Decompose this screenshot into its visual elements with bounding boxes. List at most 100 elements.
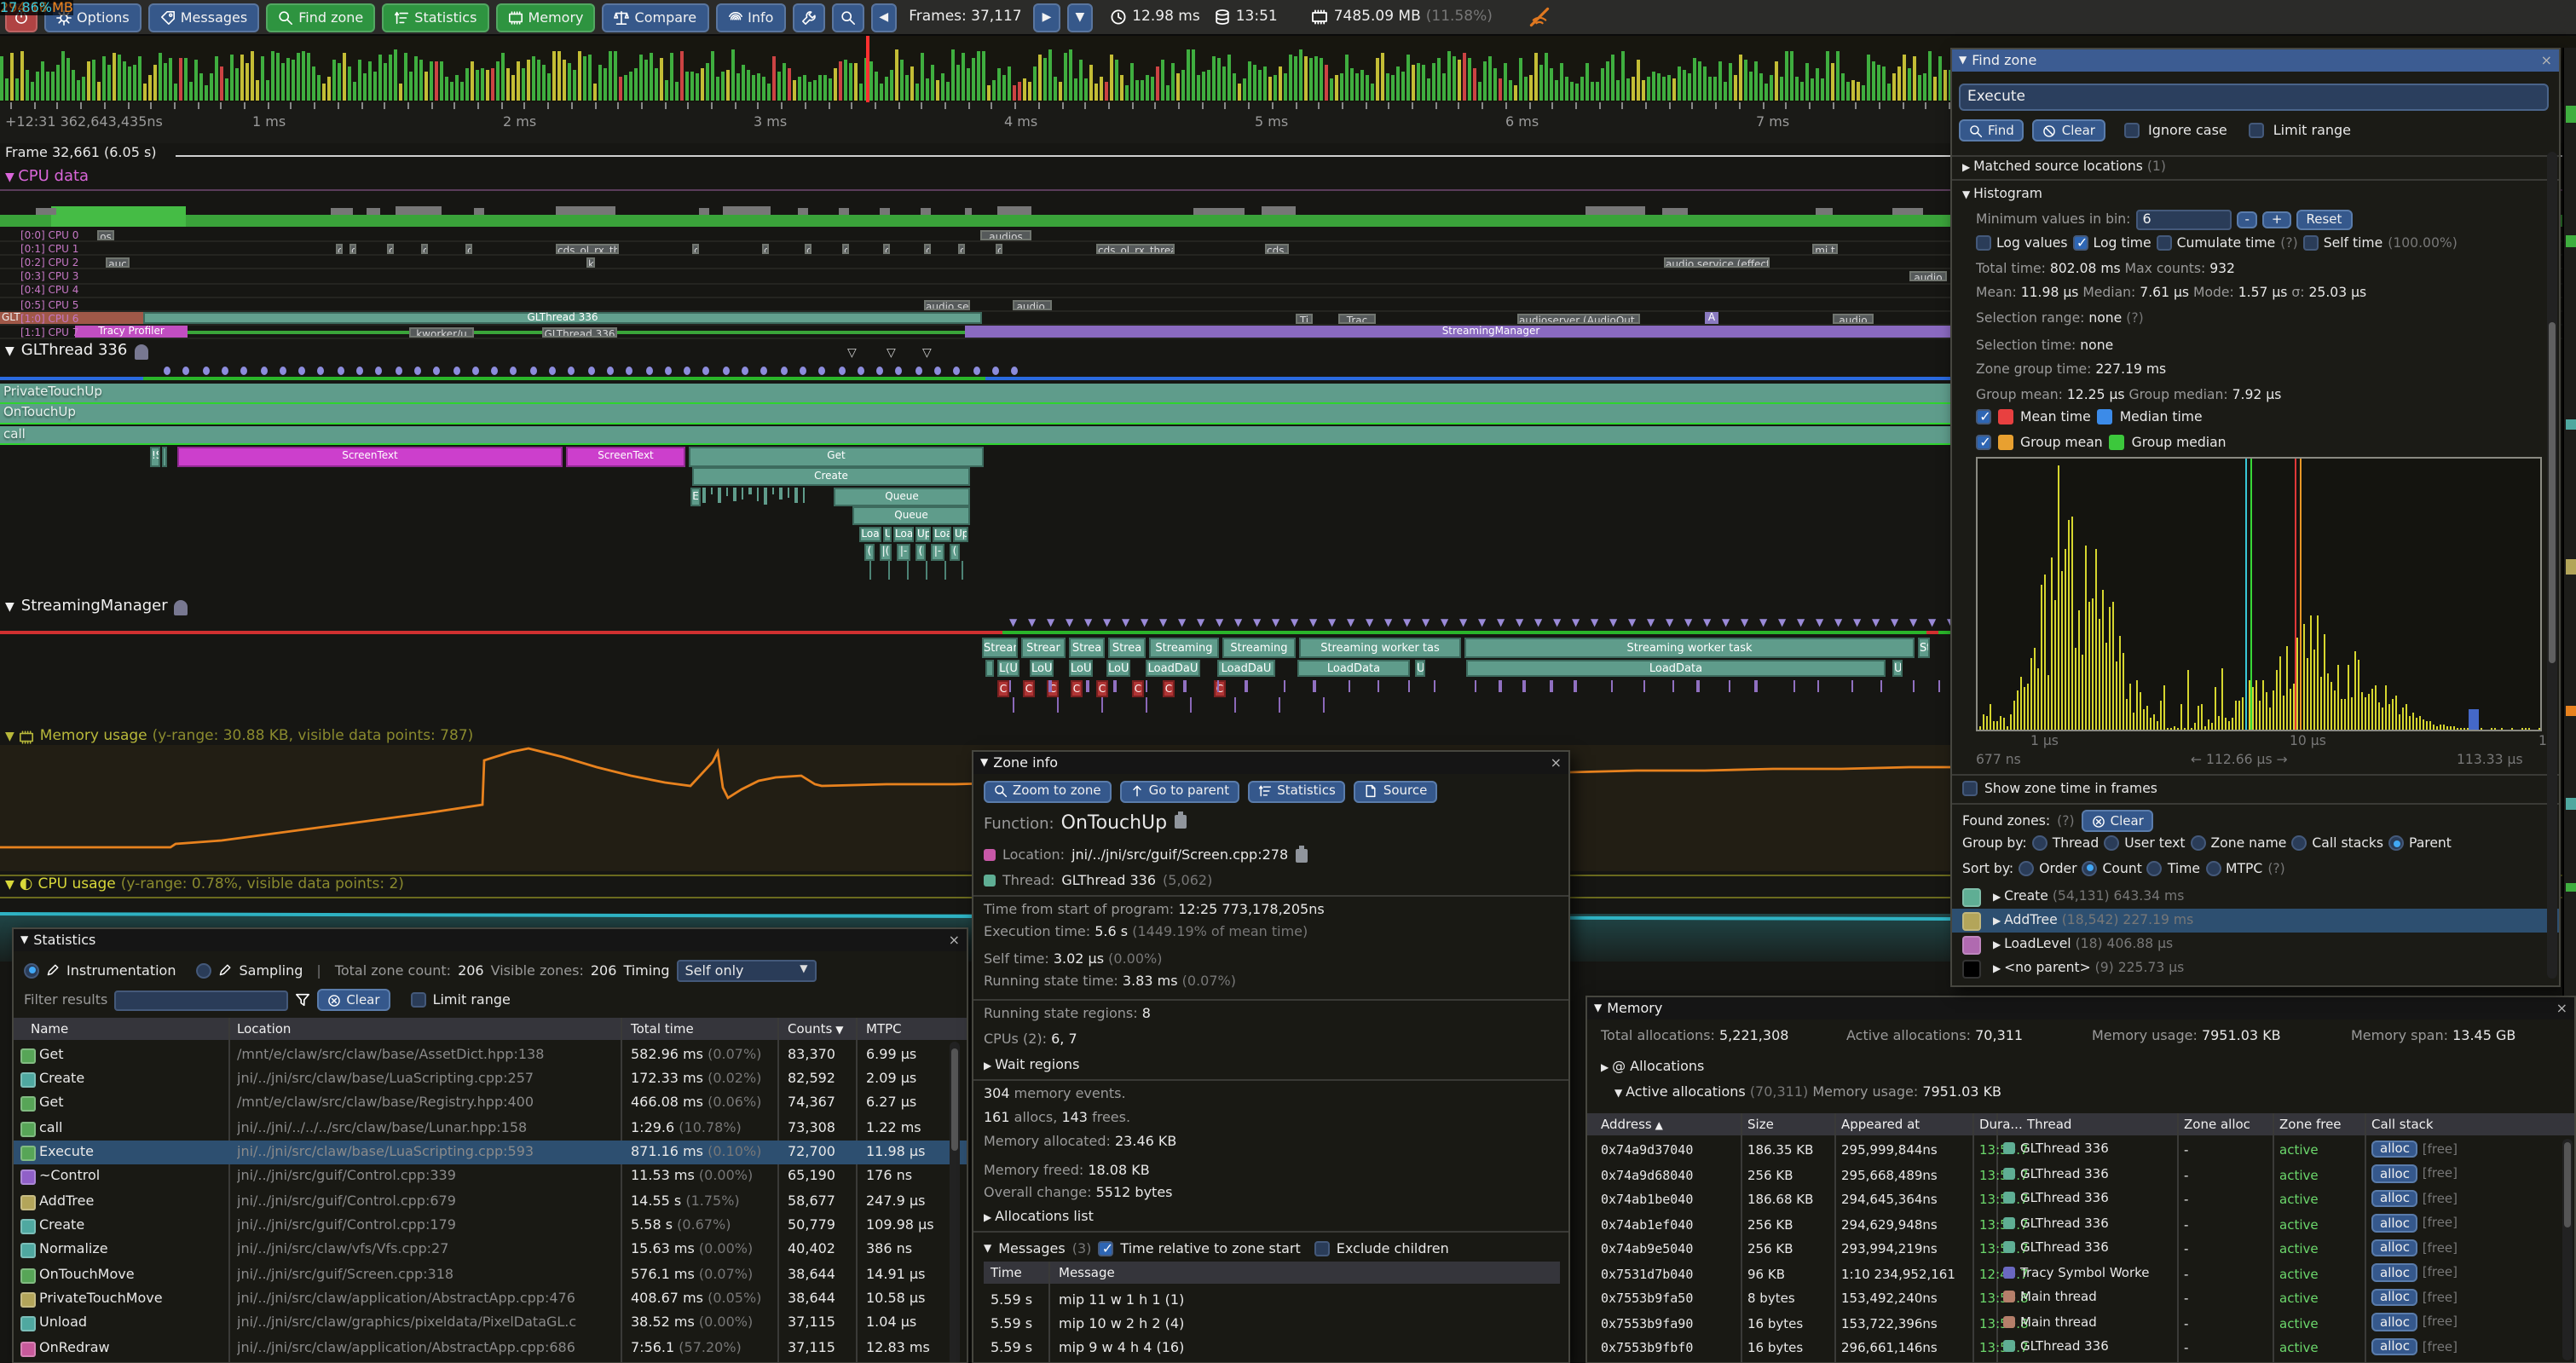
table-row[interactable]: OnTouchMovejni/../jni/src/guif/Screen.cp… — [14, 1262, 968, 1287]
legend-checkbox[interactable] — [1976, 409, 1991, 424]
column-header-thread[interactable]: Thread — [2027, 1117, 2071, 1132]
zone-depth4[interactable]: Get — [689, 447, 984, 466]
legend-checkbox[interactable] — [1976, 434, 1991, 449]
find-zone-window[interactable]: ▼Find zone×ExecuteFindClearIgnore caseLi… — [1950, 48, 2561, 986]
message-triangle-icon[interactable]: ▼ — [1647, 617, 1655, 629]
error-zone-chip[interactable]: C — [1214, 679, 1226, 696]
tools-button[interactable] — [792, 3, 824, 32]
memory-table-row[interactable]: 0x7553b9fbf016 bytes296,661,146ns13:50.7… — [1587, 1337, 2576, 1361]
memory-table-row[interactable]: 0x7553b9fa9016 bytes153,722,396ns13:50.8… — [1587, 1312, 2576, 1337]
message-dot[interactable] — [684, 367, 690, 375]
message-dot[interactable] — [607, 367, 614, 375]
column-header-mtpc[interactable]: MTPC — [866, 1021, 902, 1037]
streaming-worker-zone[interactable]: Strear — [1021, 638, 1066, 658]
legend-color-swatch[interactable] — [2098, 409, 2113, 424]
message-dot[interactable] — [376, 367, 383, 375]
message-triangle-icon[interactable]: ▼ — [1834, 617, 1842, 629]
zone-info-window[interactable]: ▼Zone info×Zoom to zoneGo to parentStati… — [972, 750, 1570, 1363]
allocations-list-expander[interactable]: ▶ Allocations list — [984, 1208, 1563, 1227]
next-frame-button[interactable]: ▶ — [1034, 3, 1060, 32]
alloc-button[interactable]: alloc — [2371, 1189, 2418, 1207]
sort-by-radio-mtpc[interactable] — [2205, 860, 2221, 875]
cpu-plot-header[interactable]: ▼◐CPU usage (y-range: 0.78%, visible dat… — [5, 876, 858, 893]
column-header-size[interactable]: Size — [1747, 1117, 1774, 1132]
message-dot[interactable] — [761, 367, 768, 375]
find-zone-titlebar[interactable]: ▼Find zone× — [1952, 49, 2559, 72]
loaddata-zone[interactable]: LoadData — [1466, 659, 1886, 677]
sort-by-radio-order[interactable] — [2019, 860, 2034, 875]
message-dot[interactable] — [491, 367, 498, 375]
statistics-window-titlebar[interactable]: ▼Statistics× — [14, 929, 967, 951]
table-row[interactable]: ~Controljni/../jni/src/guif/Control.cpp:… — [14, 1165, 968, 1190]
message-triangle-icon[interactable]: ▼ — [1609, 617, 1617, 629]
cpu-zone-chip[interactable]: os — [97, 229, 114, 240]
loaddata-zone[interactable]: LoadDaU — [1146, 659, 1200, 677]
zone-depth9[interactable]: ( — [915, 544, 926, 560]
cpu-zone-chip[interactable]: k — [586, 257, 595, 268]
message-triangle-icon[interactable]: ▼ — [1422, 617, 1430, 629]
message-dot[interactable] — [511, 367, 517, 375]
message-dot[interactable] — [337, 367, 344, 375]
memory-table-row[interactable]: 0x74ab1ef040256 KB294,629,948ns13:50.7GL… — [1587, 1213, 2576, 1238]
message-dot[interactable] — [992, 367, 999, 375]
zone-depth5[interactable]: Create — [692, 467, 970, 486]
zone-depth8[interactable]: Up — [953, 526, 968, 542]
minus-button[interactable]: - — [2236, 211, 2257, 228]
loaddata-zone[interactable]: LoU — [1106, 659, 1130, 677]
message-triangle-icon[interactable]: ▼ — [1441, 617, 1448, 629]
message-dot[interactable] — [858, 367, 864, 375]
cpu-zone-chip[interactable]: cds_ol_rx_thr — [556, 243, 619, 253]
table-row[interactable]: Get/mnt/e/claw/src/claw/base/AssetDict.h… — [14, 1042, 968, 1067]
time-relative-checkbox[interactable] — [1098, 1240, 1113, 1256]
min-bin-input[interactable]: 6 — [2135, 210, 2231, 230]
column-header-zone-free[interactable]: Zone free — [2279, 1117, 2342, 1132]
column-header-counts[interactable]: Counts ▼ — [788, 1021, 843, 1037]
memory-table-row[interactable]: 0x74ab1be040186.68 KB294,645,364ns13:50.… — [1587, 1188, 2576, 1213]
messages-button[interactable]: Messages — [148, 3, 259, 32]
histogram-expander[interactable]: ▼ Histogram — [1962, 185, 2042, 200]
message-triangle-icon[interactable]: ▼ — [1028, 617, 1036, 629]
zoom-search-button[interactable] — [831, 3, 863, 32]
message-triangle-icon[interactable]: ▼ — [1197, 617, 1204, 629]
memory-plot-header[interactable]: ▼Memory usage (y-range: 30.88 KB, visibl… — [5, 728, 858, 745]
zone-depth9[interactable]: |- — [931, 544, 944, 560]
cpu-data-header[interactable]: ▼ CPU data — [5, 169, 517, 186]
message-dot[interactable] — [453, 367, 459, 375]
found-zone-row[interactable]: ▶ LoadLevel (18) 406.88 µs — [1952, 933, 2561, 956]
cpu-zone-chip[interactable]: cds. — [1265, 243, 1289, 253]
zone-depth6[interactable]: Queue — [834, 488, 970, 505]
message-dot[interactable] — [934, 367, 941, 375]
scrollbar-thumb[interactable] — [951, 1048, 958, 1151]
found-zone-row[interactable]: ▶ AddTree (18,542) 227.19 ms — [1952, 908, 2561, 932]
allocations-expander[interactable]: ▶ @ Allocations — [1601, 1059, 2112, 1077]
loaddata-zone[interactable]: U — [1415, 659, 1425, 677]
message-dot[interactable] — [818, 367, 825, 375]
message-triangle-icon[interactable]: ▼ — [1778, 617, 1786, 629]
group-by-radio-thread[interactable] — [2032, 835, 2048, 851]
timing-select[interactable]: Self only▼ — [677, 959, 817, 981]
clear-button[interactable]: Clear — [2033, 119, 2105, 141]
alloc-button[interactable]: alloc — [2371, 1263, 2418, 1281]
cpu-zone-chip[interactable]: cds_ol_rx_threa — [1096, 243, 1175, 253]
memory-table-row[interactable]: 0x74a9d68040256 KB295,668,489ns13:50.7GL… — [1587, 1164, 2576, 1188]
message-triangle-icon[interactable]: ▼ — [1066, 617, 1073, 629]
cpu-zone-chip[interactable]: Trac — [1338, 313, 1376, 323]
cpu-zone-chip[interactable]: audio.service (effect) — [1664, 257, 1770, 268]
message-triangle-icon[interactable]: ▼ — [1178, 617, 1186, 629]
message-dot[interactable] — [665, 367, 672, 375]
reset-button[interactable]: Reset — [2296, 209, 2352, 230]
message-dot[interactable] — [973, 367, 979, 375]
cumulate-time-checkbox[interactable] — [2157, 234, 2172, 250]
zone-bar-ontouchup[interactable]: OnTouchUp — [0, 405, 2017, 424]
message-triangle-icon[interactable]: ▼ — [1047, 617, 1054, 629]
limit-range-checkbox[interactable] — [411, 992, 426, 1008]
loaddata-zone[interactable]: L(U — [997, 659, 1019, 677]
message-triangle-icon[interactable]: ▼ — [1497, 617, 1505, 629]
legend-color-swatch[interactable] — [1998, 434, 2013, 449]
statistics-scrollbar[interactable] — [950, 1042, 960, 1363]
cpu-zone-chip[interactable]: c — [924, 243, 931, 253]
message-dot[interactable] — [164, 367, 170, 375]
zone-depth4[interactable]: ScreenText — [177, 447, 563, 466]
alloc-button[interactable]: alloc — [2371, 1288, 2418, 1306]
zone-depth8[interactable]: Loa — [859, 526, 881, 542]
